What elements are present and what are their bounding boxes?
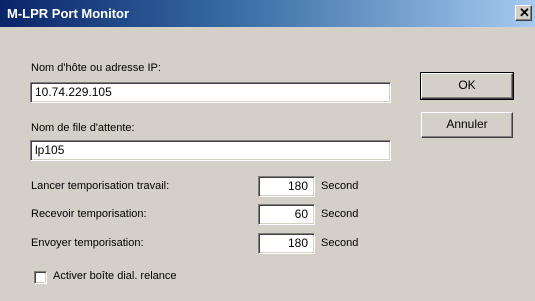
- host-input[interactable]: 10.74.229.105: [30, 82, 391, 103]
- send-timeout-input[interactable]: 180: [258, 233, 315, 254]
- title-bar: M-LPR Port Monitor ✕: [0, 0, 535, 27]
- host-label: Nom d'hôte ou adresse IP:: [31, 62, 161, 74]
- queue-input[interactable]: lp105: [30, 140, 391, 161]
- ok-button[interactable]: OK: [420, 72, 514, 100]
- window-title: M-LPR Port Monitor: [7, 6, 130, 21]
- close-icon: ✕: [519, 5, 530, 20]
- send-timeout-unit: Second: [321, 237, 359, 249]
- receive-timeout-label: Recevoir temporisation:: [31, 208, 147, 220]
- receive-timeout-unit: Second: [321, 208, 359, 220]
- start-job-timeout-input[interactable]: 180: [258, 176, 315, 197]
- receive-timeout-input[interactable]: 60: [258, 204, 315, 225]
- cancel-button[interactable]: Annuler: [421, 112, 513, 138]
- send-timeout-label: Envoyer temporisation:: [31, 237, 144, 249]
- close-button[interactable]: ✕: [515, 5, 532, 21]
- queue-label: Nom de file d'attente:: [31, 122, 135, 134]
- dialog-body: Nom d'hôte ou adresse IP: 10.74.229.105 …: [0, 27, 535, 301]
- start-job-timeout-label: Lancer temporisation travail:: [31, 180, 170, 192]
- start-job-timeout-unit: Second: [321, 180, 359, 192]
- redial-checkbox-label: Activer boîte dial. relance: [53, 270, 177, 282]
- redial-checkbox[interactable]: [34, 271, 47, 284]
